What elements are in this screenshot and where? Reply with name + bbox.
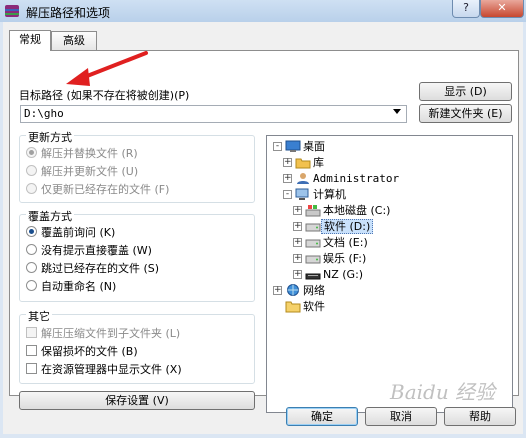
radio-update-existing[interactable] [26, 183, 37, 194]
radio-ask-before-overwrite-label: 覆盖前询问 (K) [41, 226, 116, 239]
drive-icon [305, 239, 321, 248]
network-icon [287, 284, 299, 296]
help-button[interactable]: 帮助 [444, 407, 516, 426]
help-title-button[interactable]: ? [452, 0, 480, 18]
user-icon [297, 173, 309, 184]
tree-item-label: 软件 [303, 300, 325, 313]
folder-icon [285, 301, 301, 313]
library-icon [295, 158, 311, 169]
misc-title: 其它 [26, 308, 52, 324]
tree-item-label: 计算机 [313, 188, 346, 201]
tree-item-label: 娱乐 (F:) [323, 252, 367, 265]
checkbox-show-in-explorer-label: 在资源管理器中显示文件 (X) [41, 363, 182, 376]
collapse-icon[interactable]: - [273, 142, 282, 151]
computer-icon [295, 188, 309, 200]
tree-item-label: NZ (G:) [323, 268, 364, 281]
radio-skip-existing[interactable] [26, 262, 37, 273]
radio-overwrite-without-prompt-label: 没有提示直接覆盖 (W) [41, 244, 152, 257]
close-button[interactable]: ✕ [480, 0, 524, 18]
drive-icon [305, 273, 321, 280]
annotation-arrow-icon [66, 51, 148, 86]
expand-icon[interactable]: + [283, 174, 292, 183]
chevron-down-icon[interactable] [393, 109, 401, 114]
misc-group: 其它 解压压缩文件到子文件夹 (L) 保留损坏的文件 (B) 在资源管理器中显示… [19, 308, 255, 384]
desktop-icon [285, 140, 301, 152]
target-path-input[interactable]: D:\gho [20, 105, 407, 123]
tree-item-label: 本地磁盘 (C:) [323, 204, 391, 217]
expand-icon[interactable]: + [293, 270, 302, 279]
new-folder-button[interactable]: 新建文件夹 (E) [419, 104, 512, 123]
update-mode-title: 更新方式 [26, 129, 74, 145]
radio-extract-update-label: 解压并更新文件 (U) [41, 165, 139, 178]
drive-icon [305, 223, 321, 232]
expand-icon[interactable]: + [293, 222, 302, 231]
overwrite-mode-group: 覆盖方式 覆盖前询问 (K) 没有提示直接覆盖 (W) 跳过已经存在的文件 (S… [19, 208, 255, 302]
radio-extract-replace-label: 解压并替换文件 (R) [41, 147, 138, 160]
checkbox-keep-broken-label: 保留损坏的文件 (B) [41, 345, 138, 358]
tab-general[interactable]: 常规 [9, 30, 51, 51]
expand-icon[interactable]: + [293, 254, 302, 263]
radio-ask-before-overwrite[interactable] [26, 226, 37, 237]
cancel-button[interactable]: 取消 [365, 407, 437, 426]
save-settings-button[interactable]: 保存设置 (V) [19, 391, 255, 410]
drive-icon [305, 255, 321, 264]
collapse-icon[interactable]: - [283, 190, 292, 199]
tree-item-label: Administrator [313, 172, 400, 185]
folder-tree[interactable]: - 桌面 + 库 + Administrator - 计算机 + 本地磁盘 (C… [266, 135, 513, 413]
radio-update-existing-label: 仅更新已经存在的文件 (F) [41, 183, 170, 196]
window-title: 解压路径和选项 [26, 6, 111, 20]
expand-icon[interactable]: + [293, 238, 302, 247]
tree-item-label: 软件 (D:) [321, 219, 374, 234]
ok-button[interactable]: 确定 [286, 407, 358, 426]
tree-item-label: 文档 (E:) [323, 236, 368, 249]
radio-auto-rename[interactable] [26, 280, 37, 291]
radio-extract-update[interactable] [26, 165, 37, 176]
update-mode-group: 更新方式 解压并替换文件 (R) 解压并更新文件 (U) 仅更新已经存在的文件 … [19, 129, 255, 203]
tree-item-label: 网络 [303, 284, 325, 297]
show-button[interactable]: 显示 (D) [419, 82, 512, 101]
tree-item-label: 库 [313, 156, 324, 169]
winrar-icon [5, 5, 19, 17]
radio-overwrite-without-prompt[interactable] [26, 244, 37, 255]
expand-icon[interactable]: + [293, 206, 302, 215]
radio-extract-replace[interactable] [26, 147, 37, 158]
watermark: Baidu 经验 [390, 380, 496, 404]
checkbox-extract-to-subfolder-label: 解压压缩文件到子文件夹 (L) [41, 327, 181, 340]
radio-skip-existing-label: 跳过已经存在的文件 (S) [41, 262, 160, 275]
radio-auto-rename-label: 自动重命名 (N) [41, 280, 117, 293]
checkbox-keep-broken[interactable] [26, 345, 37, 356]
tree-item-label: 桌面 [303, 140, 325, 153]
expand-icon[interactable]: + [283, 158, 292, 167]
expand-icon[interactable]: + [273, 286, 282, 295]
checkbox-extract-to-subfolder[interactable] [26, 327, 37, 338]
tab-advanced[interactable]: 高级 [51, 31, 97, 50]
drive-c-icon [305, 205, 321, 217]
title-bar: 解压路径和选项 ? ✕ [0, 0, 526, 22]
tab-panel-general: 目标路径 (如果不存在将被创建)(P) 显示 (D) D:\gho 新建文件夹 … [9, 50, 519, 413]
overwrite-mode-title: 覆盖方式 [26, 208, 74, 224]
checkbox-show-in-explorer[interactable] [26, 363, 37, 374]
